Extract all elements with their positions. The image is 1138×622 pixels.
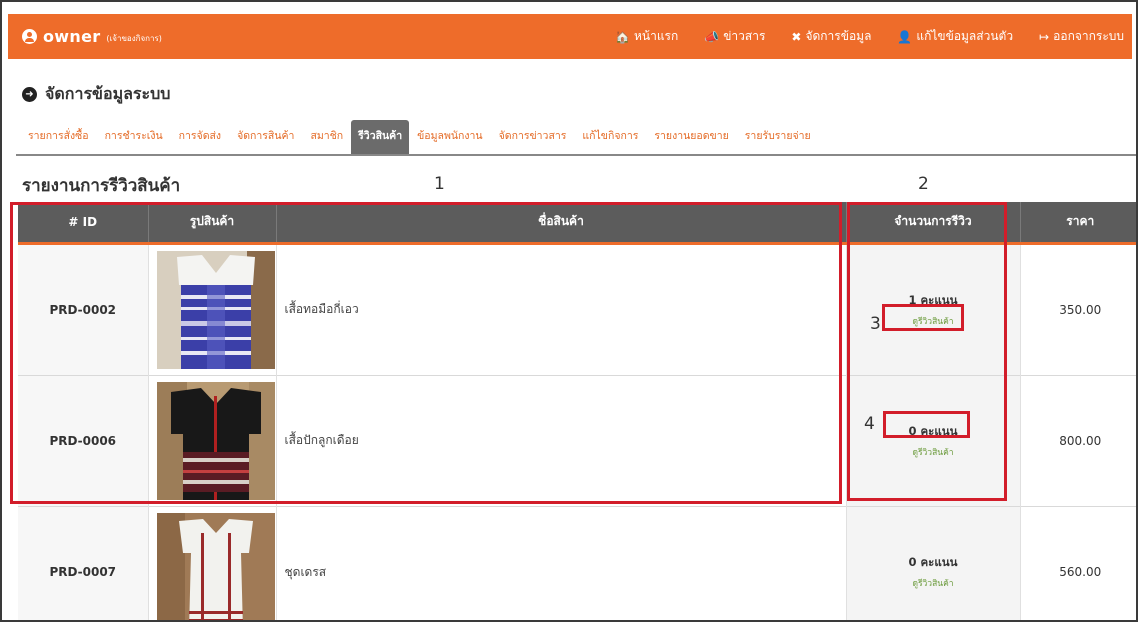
review-count-cell: 0 คะแนน ดูรีวิวสินค้า <box>846 506 1021 620</box>
annotation-label-2: 2 <box>918 174 929 194</box>
product-price: 350.00 <box>1059 302 1102 317</box>
tab-orders[interactable]: รายการสั่งซื้อ <box>20 127 97 154</box>
user-circle-icon <box>22 29 37 44</box>
tab-members[interactable]: สมาชิก <box>302 127 351 154</box>
table-row: PRD-0007 ชุดเดรส 0 คะแนน ดูรีวิวสินค้า 5… <box>18 506 1136 620</box>
tab-shipping[interactable]: การจัดส่ง <box>171 127 229 154</box>
nav-home[interactable]: 🏠 หน้าแรก <box>615 27 678 46</box>
top-nav: 🏠 หน้าแรก 📣 ข่าวสาร ✖ จัดการข้อมูล 👤 แก้… <box>615 14 1124 59</box>
annotation-box-2 <box>847 202 1007 501</box>
column-header-price: ราคา <box>1066 214 1095 229</box>
annotation-box-1 <box>10 202 842 504</box>
product-name: ชุดเดรส <box>276 506 847 620</box>
annotation-label-1: 1 <box>434 174 445 194</box>
system-title: ➜ จัดการข้อมูลระบบ <box>22 82 170 107</box>
megaphone-icon: 📣 <box>704 29 720 44</box>
tab-income-expense[interactable]: รายรับรายจ่าย <box>737 127 819 154</box>
nav-edit-profile[interactable]: 👤 แก้ไขข้อมูลส่วนตัว <box>897 27 1013 46</box>
report-title: รายงานการรีวิวสินค้า <box>22 176 181 196</box>
tab-edit-business[interactable]: แก้ไขกิจการ <box>574 127 646 154</box>
brand-role: (เจ้าของกิจการ) <box>106 34 162 43</box>
user-edit-icon: 👤 <box>897 29 913 44</box>
tab-news[interactable]: จัดการข่าวสาร <box>491 127 575 154</box>
brand-name: owner <box>43 27 101 46</box>
annotation-box-4 <box>883 411 970 438</box>
nav-logout[interactable]: ↦ ออกจากระบบ <box>1039 27 1124 46</box>
tab-employees[interactable]: ข้อมูลพนักงาน <box>409 127 491 154</box>
brand[interactable]: owner (เจ้าของกิจการ) <box>22 14 162 59</box>
nav-logout-label: ออกจากระบบ <box>1053 29 1124 43</box>
annotation-box-3 <box>882 304 964 331</box>
tools-icon: ✖ <box>791 29 802 44</box>
arrow-circle-icon: ➜ <box>22 87 37 102</box>
review-score: 0 คะแนน <box>908 555 958 569</box>
nav-news[interactable]: 📣 ข่าวสาร <box>704 27 765 46</box>
app-window: owner (เจ้าของกิจการ) 🏠 หน้าแรก 📣 ข่าวสา… <box>0 0 1138 622</box>
product-id: PRD-0007 <box>18 506 149 620</box>
product-price: 800.00 <box>1059 433 1102 448</box>
tab-sales-report[interactable]: รายงานยอดขาย <box>646 127 736 154</box>
top-bar: owner (เจ้าของกิจการ) 🏠 หน้าแรก 📣 ข่าวสา… <box>8 14 1132 59</box>
nav-home-label: หน้าแรก <box>633 29 679 43</box>
product-price: 560.00 <box>1059 565 1102 579</box>
tab-product-reviews[interactable]: รีวิวสินค้า <box>351 120 410 154</box>
system-title-text: จัดการข้อมูลระบบ <box>45 84 171 103</box>
logout-icon: ↦ <box>1039 29 1050 44</box>
nav-manage-data[interactable]: ✖ จัดการข้อมูล <box>791 27 871 46</box>
nav-edit-profile-label: แก้ไขข้อมูลส่วนตัว <box>916 29 1014 43</box>
view-reviews-link[interactable]: ดูรีวิวสินค้า <box>847 576 1020 590</box>
nav-manage-data-label: จัดการข้อมูล <box>805 29 872 43</box>
tab-payments[interactable]: การชำระเงิน <box>97 127 171 154</box>
product-image-cell <box>148 506 277 620</box>
nav-news-label: ข่าวสาร <box>723 29 766 43</box>
product-image <box>156 513 275 620</box>
tab-bar: รายการสั่งซื้อ การชำระเงิน การจัดส่ง จัด… <box>16 118 1136 156</box>
tab-products[interactable]: จัดการสินค้า <box>229 127 302 154</box>
home-icon: 🏠 <box>615 29 630 44</box>
